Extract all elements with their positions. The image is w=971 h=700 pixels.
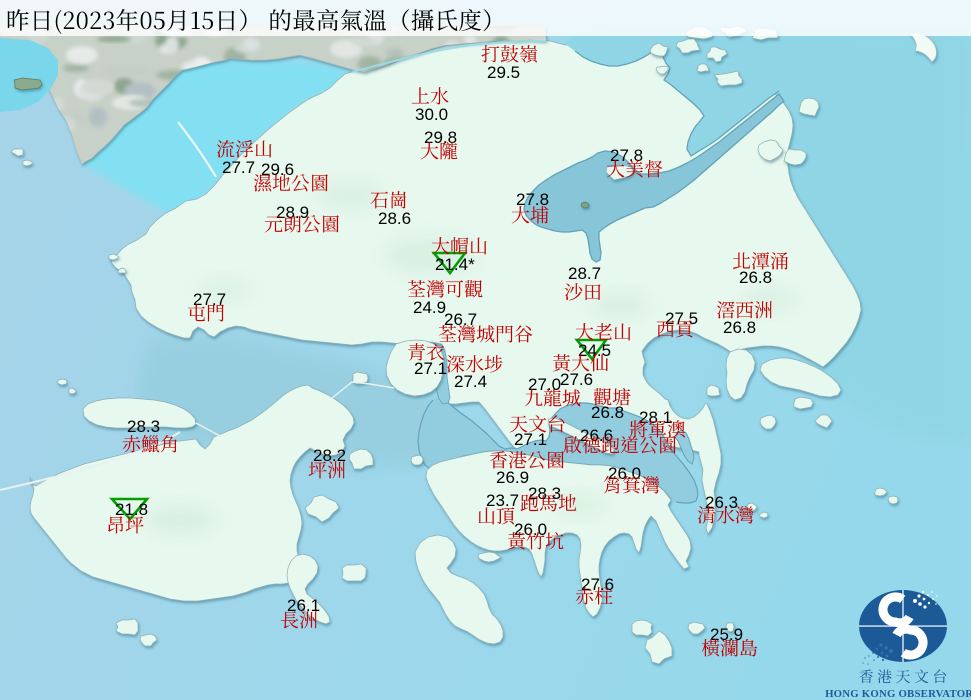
- svg-text:30.0: 30.0: [415, 105, 448, 124]
- svg-text:26.8: 26.8: [723, 318, 756, 337]
- svg-text:21.4*: 21.4*: [435, 255, 475, 274]
- svg-text:28.3: 28.3: [528, 484, 561, 503]
- svg-text:28.3: 28.3: [127, 417, 160, 436]
- svg-text:27.1: 27.1: [514, 430, 547, 449]
- svg-text:29.5: 29.5: [487, 63, 520, 82]
- svg-text:27.8: 27.8: [516, 190, 549, 209]
- svg-text:27.5: 27.5: [665, 309, 698, 328]
- svg-text:26.8: 26.8: [739, 268, 772, 287]
- svg-text:27.7: 27.7: [222, 158, 255, 177]
- svg-text:29.6: 29.6: [261, 160, 294, 179]
- svg-text:HONG KONG OBSERVATORY: HONG KONG OBSERVATORY: [825, 688, 971, 700]
- svg-text:26.9: 26.9: [496, 468, 529, 487]
- svg-text:26.3: 26.3: [705, 493, 738, 512]
- svg-text:26.8: 26.8: [591, 403, 624, 422]
- svg-text:27.0: 27.0: [528, 375, 561, 394]
- svg-text:24.9: 24.9: [413, 298, 446, 317]
- svg-text:27.7: 27.7: [193, 290, 226, 309]
- svg-text:21.8: 21.8: [115, 500, 148, 519]
- svg-text:27.4: 27.4: [454, 372, 487, 391]
- svg-text:28.9: 28.9: [276, 203, 309, 222]
- svg-text:28.6: 28.6: [378, 209, 411, 228]
- svg-text:28.2: 28.2: [313, 446, 346, 465]
- svg-text:27.6: 27.6: [560, 370, 593, 389]
- svg-text:28.7: 28.7: [568, 264, 601, 283]
- svg-text:23.7: 23.7: [486, 491, 519, 510]
- svg-text:27.1: 27.1: [414, 359, 447, 378]
